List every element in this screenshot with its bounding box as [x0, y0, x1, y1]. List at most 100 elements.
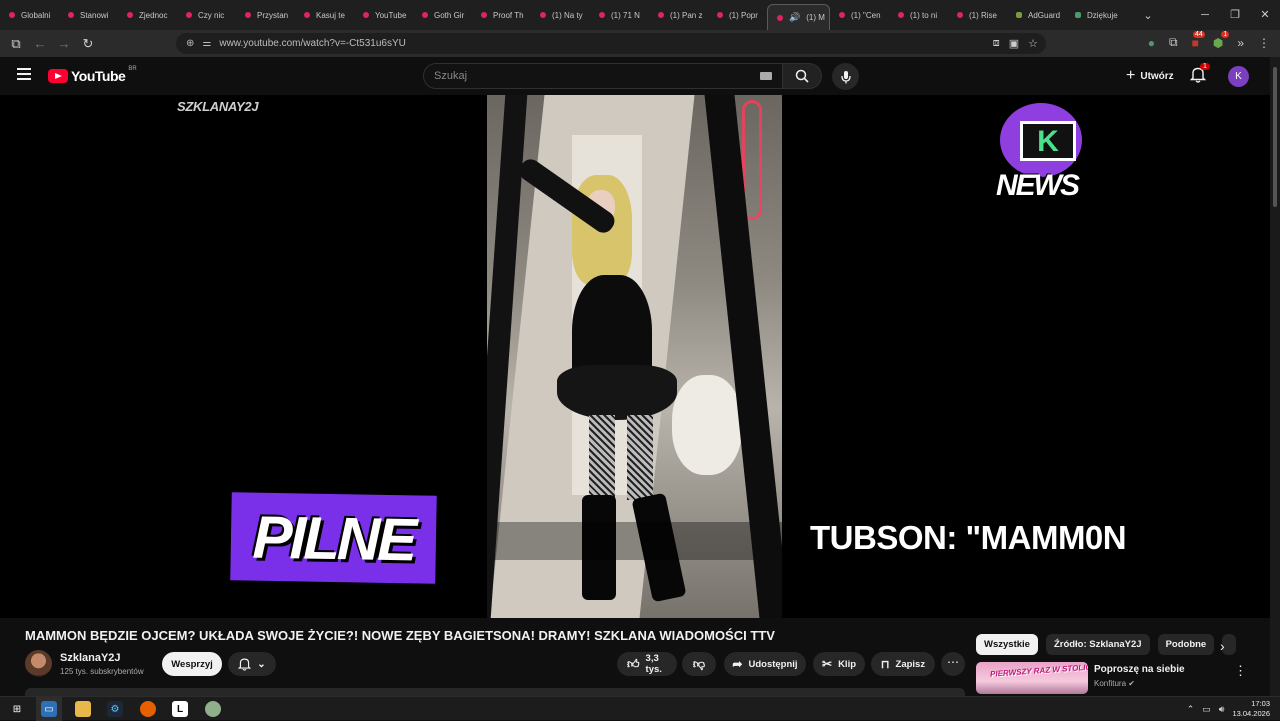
shield-extension-icon[interactable]: ⬢ 1	[1213, 30, 1230, 50]
app-l-icon[interactable]: L	[172, 701, 188, 717]
browser-tab[interactable]: AdGuard	[1007, 0, 1066, 30]
chip-source-channel[interactable]: Źródło: SzklanaY2J	[1045, 634, 1150, 655]
tune-icon[interactable]: ⚌	[202, 38, 211, 49]
bookmark-star-icon[interactable]: ☆	[1028, 37, 1038, 50]
browser-tab[interactable]: Dziękuje	[1066, 0, 1136, 30]
browser-tab[interactable]: (1) Rise	[948, 0, 1007, 30]
keyboard-icon[interactable]	[760, 72, 772, 80]
clock[interactable]: 17:03 13.04.2026	[1232, 699, 1270, 719]
youtube-icon	[9, 12, 15, 18]
video-player[interactable]: SZKLANAY2J K NEWS PILNE TUBSON: "MAMM0N	[0, 95, 1270, 618]
volume-icon[interactable]: 🔊︎	[1219, 704, 1225, 715]
subscriber-count: 125 tys. subskrybentów	[60, 667, 144, 676]
browser-tab[interactable]: Przystan	[236, 0, 295, 30]
browser-tab[interactable]: Zjednoc	[118, 0, 177, 30]
browser-toolbar: ⧉ ← → ↻ ⊕ ⚌ www.youtube.com/watch?v=-Ct5…	[0, 30, 1280, 57]
steam-icon[interactable]: ⚙	[107, 701, 123, 717]
app-globe-icon[interactable]	[205, 701, 221, 717]
voice-search-button[interactable]	[832, 63, 859, 90]
browser-tab[interactable]: (1) Pan z	[649, 0, 708, 30]
notification-count-badge: 1	[1200, 63, 1210, 70]
news-logo: K NEWS	[996, 103, 1086, 203]
workspaces-icon[interactable]: ⧉	[4, 36, 28, 52]
save-button[interactable]: ⊓ Zapisz	[871, 652, 935, 676]
dislike-button[interactable]: 👎︎	[682, 652, 716, 676]
picture-in-picture-icon[interactable]: ⧈	[993, 37, 1000, 50]
youtube-icon	[304, 12, 310, 18]
address-bar[interactable]: ⊕ ⚌ www.youtube.com/watch?v=-Ct531u6sYU …	[176, 33, 1046, 54]
reload-icon[interactable]: ↻	[76, 36, 100, 52]
page-scrollbar[interactable]	[1270, 57, 1280, 696]
youtube-header: YouTube BR Szukaj + Utwórz 1 K	[0, 57, 1270, 95]
adguard-extension-icon[interactable]: ●	[1148, 36, 1155, 50]
extension-badge-icon[interactable]: ■ 44	[1192, 30, 1205, 50]
suggestion-menu-icon[interactable]: ⋮	[1234, 663, 1247, 679]
chip-similar[interactable]: Podobne	[1157, 634, 1215, 655]
browser-tab[interactable]: Stanowi	[59, 0, 118, 30]
browser-tab[interactable]: Czy nic	[177, 0, 236, 30]
browser-tab[interactable]: Kasuj te	[295, 0, 354, 30]
firefox-icon[interactable]	[140, 701, 156, 717]
browser-tab[interactable]: Goth Gir	[413, 0, 472, 30]
youtube-icon	[898, 12, 904, 18]
suggested-video-title[interactable]: Poproszę na siebie	[1094, 664, 1185, 675]
restore-icon[interactable]: ❐	[1220, 0, 1250, 30]
video-frame-image	[487, 95, 782, 618]
support-button[interactable]: Wesprzyj	[162, 652, 222, 676]
chip-all[interactable]: Wszystkie	[976, 634, 1038, 655]
browser-tab-strip: Globalni Stanowi Zjednoc Czy nic Przysta…	[0, 0, 1280, 30]
install-app-icon[interactable]: ▣	[1009, 37, 1019, 50]
desktop-app-icon[interactable]: ▭	[41, 701, 57, 717]
url-text[interactable]: www.youtube.com/watch?v=-Ct531u6sYU	[219, 38, 405, 49]
chevron-right-icon[interactable]: ›	[1220, 638, 1225, 654]
site-info-icon[interactable]: ⊕	[186, 38, 194, 49]
create-button[interactable]: + Utwórz	[1118, 65, 1182, 87]
subscription-bell-button[interactable]: ⌄	[228, 652, 276, 676]
share-button[interactable]: ➦ Udostępnij	[724, 652, 806, 676]
extensions-icon[interactable]: ⧉	[1169, 35, 1178, 50]
account-avatar[interactable]: K	[1228, 66, 1249, 87]
browser-tab[interactable]: (1) Na ty	[531, 0, 590, 30]
youtube-icon	[481, 12, 487, 18]
network-icon[interactable]: ▭	[1202, 704, 1211, 715]
suggested-video-channel[interactable]: Konfitura ✔	[1094, 679, 1135, 688]
youtube-logo[interactable]: YouTube BR	[48, 66, 137, 84]
browser-tab[interactable]: Globalni	[0, 0, 59, 30]
browser-tab-active[interactable]: 🔊(1) M✕	[767, 4, 830, 30]
tray-chevron-up-icon[interactable]: ⌃	[1187, 704, 1195, 715]
youtube-icon	[658, 12, 664, 18]
extensions-area: ● ⧉ ■ 44 ⬢ 1 » ⋮	[1148, 30, 1270, 50]
channel-name[interactable]: SzklanaY2J	[60, 652, 121, 664]
clip-button[interactable]: ✂ Klip	[813, 652, 865, 676]
channel-avatar[interactable]	[25, 650, 52, 677]
close-window-icon[interactable]: ✕	[1250, 0, 1280, 30]
hamburger-menu-icon[interactable]	[17, 68, 31, 83]
back-icon[interactable]: ←	[28, 36, 52, 51]
browser-menu-icon[interactable]: ⋮	[1258, 36, 1270, 50]
urgent-banner: PILNE	[230, 492, 437, 584]
notifications-button[interactable]: 1	[1189, 63, 1210, 88]
search-button[interactable]	[782, 63, 822, 89]
browser-tab[interactable]: (1) 71 N	[590, 0, 649, 30]
youtube-icon	[68, 12, 74, 18]
suggested-video-thumbnail[interactable]: PIERWSZY RAZ W STOLICY	[976, 662, 1088, 694]
browser-tab[interactable]: Proof Th	[472, 0, 531, 30]
more-actions-button[interactable]: ⋯	[941, 652, 965, 676]
more-chevrons-icon[interactable]: »	[1237, 36, 1244, 50]
minimize-icon[interactable]: ─	[1190, 0, 1220, 30]
browser-tab[interactable]: (1) to ni	[889, 0, 948, 30]
description-box[interactable]	[25, 688, 965, 696]
tab-search-chevron-icon[interactable]: ⌄	[1136, 9, 1160, 22]
plus-icon: +	[1126, 67, 1136, 84]
windows-start-icon[interactable]: ⊞	[9, 701, 25, 717]
like-button[interactable]: 👍︎ 3,3 tys.	[617, 652, 677, 676]
forward-icon[interactable]: →	[52, 36, 76, 51]
youtube-icon	[599, 12, 605, 18]
browser-tab[interactable]: (1) Popr	[708, 0, 767, 30]
browser-tab[interactable]: (1) "Cen	[830, 0, 889, 30]
shield-icon	[1075, 12, 1081, 18]
speaker-icon[interactable]: 🔊	[789, 12, 800, 23]
search-input[interactable]: Szukaj	[423, 63, 783, 89]
file-explorer-icon[interactable]	[75, 701, 91, 717]
browser-tab[interactable]: YouTube	[354, 0, 413, 30]
